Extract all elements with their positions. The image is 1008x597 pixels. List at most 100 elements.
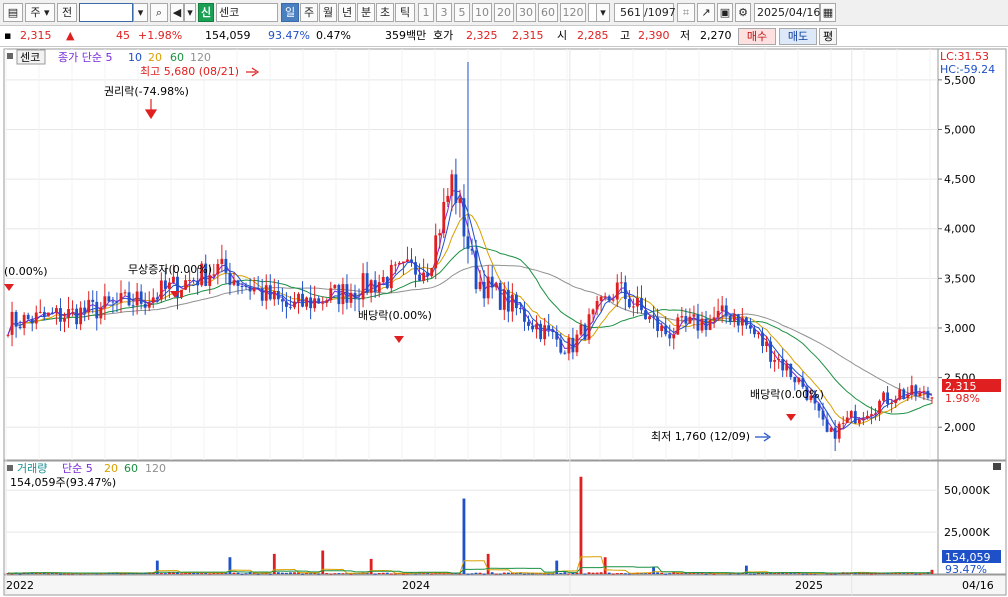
candle-body[interactable]	[797, 378, 801, 383]
candle-body[interactable]	[317, 298, 321, 304]
volume-bar[interactable]	[611, 573, 615, 575]
candle-body[interactable]	[188, 279, 191, 281]
candle-body[interactable]	[930, 397, 934, 399]
candle-body[interactable]	[519, 308, 522, 310]
candle-body[interactable]	[361, 273, 365, 300]
candle-body[interactable]	[527, 321, 530, 326]
candle-body[interactable]	[285, 301, 288, 307]
volume-bar[interactable]	[652, 567, 655, 574]
candle-body[interactable]	[430, 268, 434, 277]
volume-bar[interactable]	[696, 573, 700, 575]
candle-body[interactable]	[498, 282, 502, 310]
candle-body[interactable]	[30, 319, 34, 324]
candle-body[interactable]	[700, 318, 704, 331]
volume-bar[interactable]	[59, 573, 62, 575]
candle-body[interactable]	[293, 301, 296, 308]
interval-5[interactable]: 5	[454, 3, 470, 22]
candle-body[interactable]	[837, 423, 841, 439]
candle-body[interactable]	[539, 323, 543, 340]
sell-button[interactable]: 매도	[779, 28, 817, 45]
period-day[interactable]: 일	[281, 3, 299, 22]
interval-120[interactable]: 120	[560, 3, 586, 22]
candle-body[interactable]	[672, 334, 676, 339]
volume-bar[interactable]	[301, 573, 304, 575]
volume-bar[interactable]	[289, 572, 292, 574]
candle-body[interactable]	[248, 286, 252, 292]
candle-body[interactable]	[135, 291, 139, 306]
volume-bar[interactable]	[208, 573, 212, 575]
volume-bar[interactable]	[623, 573, 627, 575]
volume-bar[interactable]	[341, 573, 345, 575]
candle-body[interactable]	[470, 248, 474, 251]
candle-body[interactable]	[583, 324, 587, 340]
candle-body[interactable]	[902, 389, 906, 398]
volume-bar[interactable]	[309, 573, 313, 575]
candle-body[interactable]	[579, 324, 583, 335]
volume-bar[interactable]	[482, 573, 486, 575]
candle-body[interactable]	[18, 326, 22, 329]
candle-body[interactable]	[228, 272, 232, 285]
volume-bar[interactable]	[474, 572, 478, 574]
candle-body[interactable]	[563, 352, 567, 354]
candle-body[interactable]	[535, 323, 538, 330]
volume-bar[interactable]	[46, 573, 50, 575]
candle-body[interactable]	[325, 300, 329, 303]
candle-body[interactable]	[434, 235, 438, 269]
candle-body[interactable]	[256, 288, 260, 290]
period-month[interactable]: 월	[319, 3, 337, 22]
candle-body[interactable]	[244, 286, 248, 288]
candle-body[interactable]	[648, 316, 651, 320]
candle-body[interactable]	[547, 325, 551, 330]
volume-bar[interactable]	[591, 572, 595, 574]
candle-body[interactable]	[99, 307, 103, 319]
candle-body[interactable]	[454, 174, 458, 203]
candle-body[interactable]	[559, 339, 563, 353]
volume-bar[interactable]	[527, 573, 530, 575]
volume-bar[interactable]	[785, 573, 789, 575]
candle-body[interactable]	[555, 332, 559, 340]
volume-bar[interactable]	[870, 573, 873, 575]
candle-body[interactable]	[131, 305, 135, 307]
candle-body[interactable]	[46, 312, 50, 317]
interval-dropdown-icon[interactable]: ▾	[596, 3, 610, 22]
candle-body[interactable]	[458, 198, 462, 203]
candle-body[interactable]	[753, 328, 756, 335]
candle-body[interactable]	[765, 341, 768, 347]
candle-body[interactable]	[353, 292, 357, 299]
candle-body[interactable]	[849, 411, 853, 418]
candle-body[interactable]	[874, 413, 877, 415]
candle-body[interactable]	[591, 309, 595, 315]
candle-body[interactable]	[652, 316, 655, 318]
candle-body[interactable]	[781, 359, 785, 371]
candle-body[interactable]	[216, 263, 220, 275]
candle-body[interactable]	[644, 310, 647, 320]
candle-body[interactable]	[313, 298, 317, 309]
candle-body[interactable]	[321, 302, 325, 304]
volume-bar[interactable]	[478, 572, 482, 574]
candle-body[interactable]	[478, 281, 482, 290]
candle-body[interactable]	[301, 293, 304, 307]
volume-bar[interactable]	[805, 573, 809, 575]
candle-body[interactable]	[680, 316, 684, 318]
candle-body[interactable]	[587, 314, 591, 340]
candle-body[interactable]	[147, 302, 151, 308]
candle-body[interactable]	[684, 316, 688, 324]
volume-bar[interactable]	[567, 573, 571, 575]
candle-body[interactable]	[59, 308, 62, 322]
new-badge[interactable]: 신	[198, 3, 214, 22]
candle-body[interactable]	[111, 301, 115, 303]
candle-body[interactable]	[75, 308, 79, 325]
volume-bar[interactable]	[317, 573, 321, 575]
candle-body[interactable]	[442, 201, 446, 234]
volume-bar[interactable]	[163, 573, 167, 575]
candle-body[interactable]	[801, 378, 805, 387]
candle-body[interactable]	[870, 414, 873, 416]
volume-bar[interactable]	[402, 573, 405, 575]
candle-body[interactable]	[252, 288, 256, 292]
candle-body[interactable]	[381, 276, 385, 283]
candle-body[interactable]	[333, 284, 337, 289]
candle-body[interactable]	[882, 392, 885, 401]
volume-bar[interactable]	[337, 573, 341, 575]
volume-bar[interactable]	[333, 573, 337, 575]
candle-body[interactable]	[575, 334, 579, 353]
